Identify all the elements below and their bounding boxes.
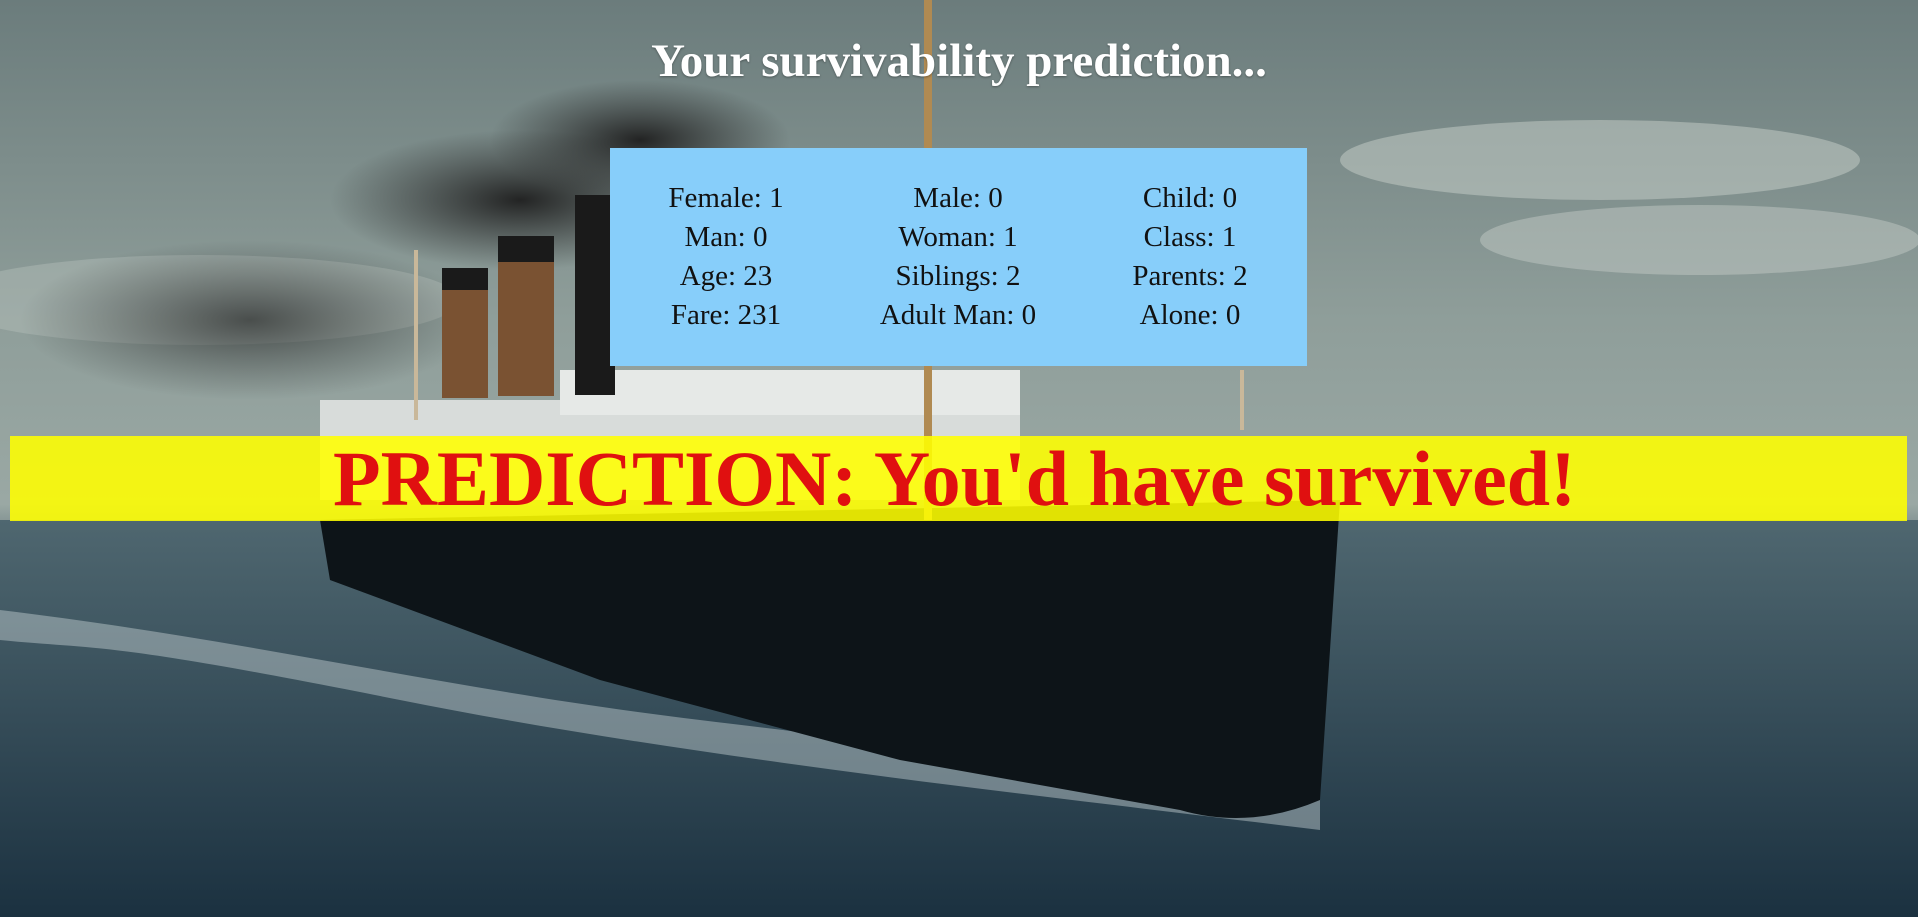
feature-woman: Woman: 1 bbox=[898, 221, 1018, 253]
feature-siblings: Siblings: 2 bbox=[895, 260, 1021, 292]
passenger-features-panel: Female: 1 Male: 0 Child: 0 Man: 0 Woman:… bbox=[610, 148, 1307, 366]
feature-class: Class: 1 bbox=[1143, 221, 1237, 253]
feature-age: Age: 23 bbox=[679, 260, 773, 292]
feature-fare: Fare: 231 bbox=[670, 299, 782, 331]
feature-parents: Parents: 2 bbox=[1132, 260, 1248, 292]
page-title: Your survivability prediction... bbox=[651, 35, 1267, 87]
prediction-result-text: PREDICTION: You'd have survived! bbox=[332, 434, 1577, 522]
feature-adult-man: Adult Man: 0 bbox=[879, 299, 1037, 331]
feature-alone: Alone: 0 bbox=[1139, 299, 1241, 331]
prediction-banner: PREDICTION: You'd have survived! bbox=[10, 434, 1907, 522]
feature-child: Child: 0 bbox=[1142, 182, 1238, 214]
passenger-features-grid: Female: 1 Male: 0 Child: 0 Man: 0 Woman:… bbox=[610, 180, 1307, 334]
feature-male: Male: 0 bbox=[913, 182, 1003, 214]
feature-man: Man: 0 bbox=[684, 221, 768, 253]
feature-female: Female: 1 bbox=[668, 182, 784, 214]
